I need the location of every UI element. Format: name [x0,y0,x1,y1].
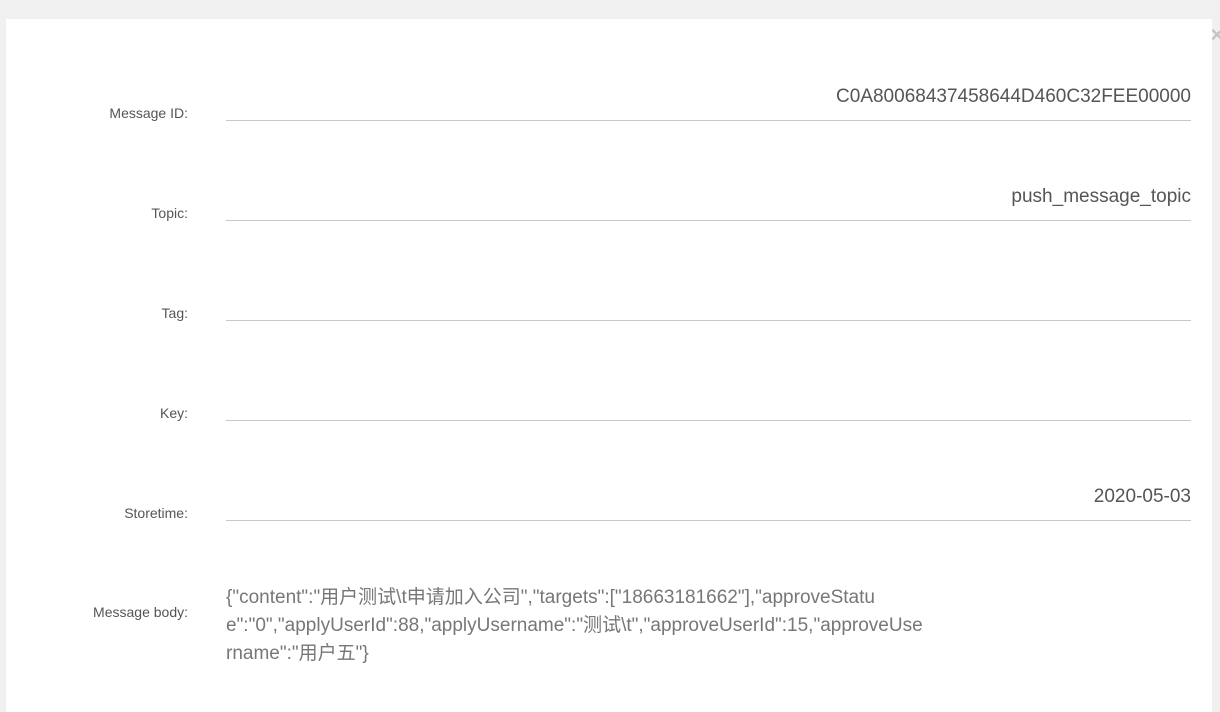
tag-underline [226,320,1191,321]
tag-label: Tag: [161,305,188,321]
message-id-underline [226,120,1191,121]
storetime-row: Storetime: 2020-05-03 [6,479,1212,539]
storetime-underline [226,520,1191,521]
storetime-value: 2020-05-03 [1093,486,1191,507]
topic-value: push_message_topic [1011,186,1191,207]
topic-label: Topic: [151,205,188,221]
message-detail-dialog: × Message ID: C0A80068437458644D460C32FE… [6,19,1220,712]
storetime-label: Storetime: [124,505,188,521]
topic-row: Topic: push_message_topic [6,179,1212,239]
key-underline [226,420,1191,421]
tag-row: Tag: [6,279,1212,339]
topic-underline [226,220,1191,221]
message-body-value: {"content":"用户测试\t申请加入公司","targets":["18… [226,587,923,664]
message-id-label: Message ID: [109,105,188,121]
message-body-label: Message body: [93,604,188,620]
message-id-row: Message ID: C0A80068437458644D460C32FEE0… [6,79,1212,139]
message-id-value: C0A80068437458644D460C32FEE00000 [836,86,1191,107]
key-label: Key: [159,405,188,421]
close-icon[interactable]: × [1207,24,1220,46]
key-row: Key: [6,379,1212,439]
